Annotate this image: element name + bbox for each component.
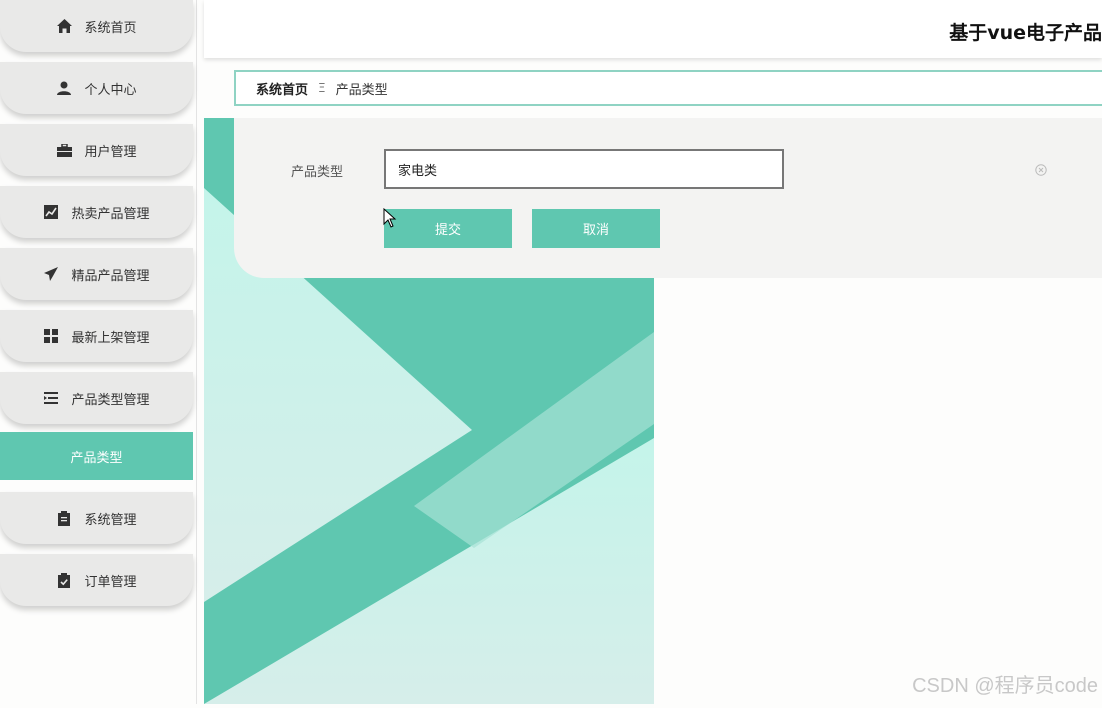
sidebar-item-label: 订单管理	[84, 574, 137, 590]
top-header: 基于vue电子产品	[204, 0, 1102, 58]
sidebar-item-profile[interactable]: 个人中心	[0, 62, 193, 114]
sidebar-item-premium-products[interactable]: 精品产品管理	[0, 248, 193, 300]
chart-icon	[43, 204, 59, 220]
grid-icon	[43, 328, 59, 344]
sidebar-item-label: 系统管理	[84, 512, 137, 528]
breadcrumb-separator: Ξ	[318, 81, 326, 95]
clipboard-icon	[56, 510, 72, 526]
sidebar-subitem-product-type[interactable]: 产品类型	[0, 432, 193, 480]
sidebar-item-orders[interactable]: 订单管理	[0, 554, 193, 606]
product-type-label: 产品类型	[291, 165, 344, 180]
watermark: CSDN @程序员code	[912, 675, 1098, 697]
product-type-input[interactable]	[384, 149, 784, 189]
user-icon	[56, 80, 72, 96]
briefcase-icon	[56, 142, 72, 158]
home-icon	[56, 18, 72, 34]
sidebar-item-users[interactable]: 用户管理	[0, 124, 193, 176]
breadcrumb-current: 产品类型	[335, 82, 388, 98]
cancel-button[interactable]: 取消	[532, 209, 660, 248]
sidebar-item-system[interactable]: 系统管理	[0, 492, 193, 544]
sidebar-item-hot-products[interactable]: 热卖产品管理	[0, 186, 193, 238]
app-title: 基于vue电子产品	[949, 22, 1102, 44]
form-panel: 产品类型 提交 取消	[234, 118, 1102, 278]
sidebar-item-label: 精品产品管理	[71, 268, 150, 284]
sidebar-item-product-type-mgmt[interactable]: 产品类型管理	[0, 372, 193, 424]
sidebar-item-label: 产品类型管理	[71, 392, 150, 408]
sidebar-item-new-arrivals[interactable]: 最新上架管理	[0, 310, 193, 362]
sidebar-item-home[interactable]: 系统首页	[0, 0, 193, 52]
sidebar-item-label: 系统首页	[84, 20, 137, 36]
list-indent-icon	[43, 390, 59, 406]
mouse-cursor-icon	[383, 207, 397, 228]
clear-icon[interactable]	[1035, 161, 1047, 176]
sidebar-item-label: 产品类型	[70, 450, 123, 466]
sidebar-item-label: 最新上架管理	[71, 330, 150, 346]
clipboard-check-icon	[56, 572, 72, 588]
breadcrumb: 系统首页 Ξ 产品类型	[234, 70, 1102, 106]
submit-button[interactable]: 提交	[384, 209, 512, 248]
sidebar-item-label: 个人中心	[84, 82, 137, 98]
sidebar-item-label: 用户管理	[84, 144, 137, 160]
send-icon	[43, 266, 59, 282]
sidebar: 系统首页 个人中心 用户管理 热卖产品管理 精品产品管理 最新上架管理 产品类型…	[0, 0, 197, 704]
breadcrumb-home[interactable]: 系统首页	[256, 79, 308, 98]
sidebar-item-label: 热卖产品管理	[71, 206, 150, 222]
